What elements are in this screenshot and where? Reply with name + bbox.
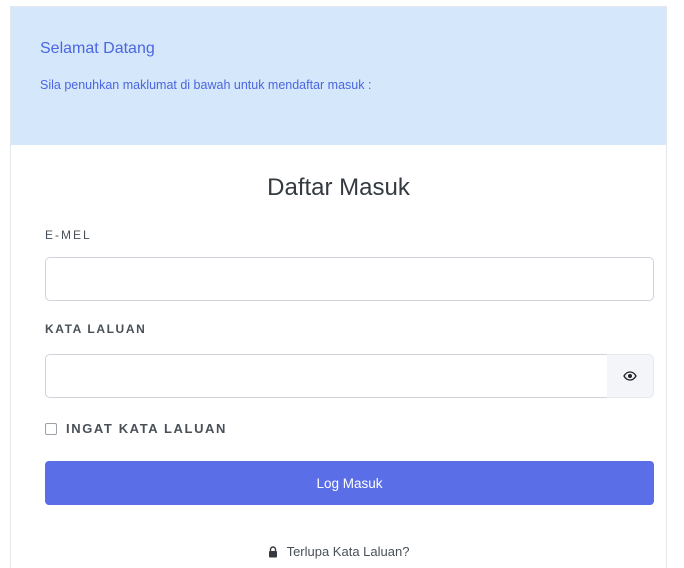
login-button[interactable]: Log Masuk	[45, 461, 654, 505]
forgot-password: Terlupa Kata Laluan?	[11, 544, 666, 561]
remember-label: INGAT KATA LALUAN	[66, 421, 228, 436]
eye-icon	[623, 371, 637, 381]
email-label: E-MEL	[45, 228, 92, 242]
welcome-subtitle: Sila penuhkan maklumat di bawah untuk me…	[40, 78, 372, 92]
remember-checkbox[interactable]	[45, 422, 57, 435]
remember-me[interactable]: INGAT KATA LALUAN	[45, 421, 227, 436]
password-label: KATA LALUAN	[45, 322, 147, 336]
lock-icon	[268, 545, 277, 557]
welcome-title: Selamat Datang	[40, 40, 155, 57]
welcome-banner: Selamat Datang Sila penuhkan maklumat di…	[11, 7, 666, 145]
forgot-password-label: Terlupa Kata Laluan?	[286, 544, 410, 559]
form-title: Daftar Masuk	[267, 174, 410, 201]
login-card: Selamat Datang Sila penuhkan maklumat di…	[10, 6, 667, 568]
password-field[interactable]	[45, 354, 608, 398]
toggle-password-visibility-button[interactable]	[607, 354, 654, 398]
email-field[interactable]	[45, 257, 654, 301]
forgot-password-link[interactable]: Terlupa Kata Laluan?	[268, 544, 410, 559]
